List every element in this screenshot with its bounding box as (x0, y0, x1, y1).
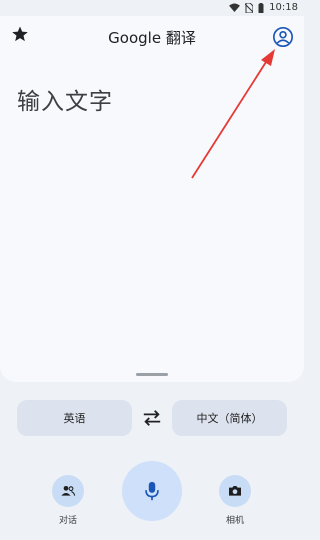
camera-icon (229, 486, 241, 496)
conversation-action[interactable]: 对话 (52, 475, 84, 526)
input-card[interactable] (0, 16, 304, 382)
microphone-icon (145, 481, 159, 501)
text-input-placeholder[interactable]: 输入文字 (17, 82, 113, 116)
swap-languages-icon[interactable] (141, 408, 163, 428)
camera-action[interactable]: 相机 (219, 475, 251, 526)
target-language-label: 中文（简体） (196, 412, 263, 425)
camera-button[interactable] (219, 475, 251, 507)
app-bar: Google 翻译 (0, 16, 304, 58)
source-language-label: 英语 (63, 412, 86, 425)
status-time: 10:18 (269, 2, 298, 13)
people-icon (61, 486, 76, 496)
wifi-icon (229, 3, 241, 12)
account-icon[interactable] (272, 26, 294, 48)
drag-handle[interactable] (136, 373, 168, 376)
app-title: Google 翻译 (108, 29, 196, 47)
microphone-button[interactable] (122, 461, 182, 521)
no-sim-icon (245, 2, 254, 13)
status-bar: 10:18 (0, 0, 304, 16)
conversation-button[interactable] (52, 475, 84, 507)
conversation-label: 对话 (58, 516, 77, 526)
source-language-button[interactable]: 英语 (17, 400, 132, 436)
battery-icon (258, 2, 264, 13)
target-language-button[interactable]: 中文（简体） (172, 400, 287, 436)
camera-label: 相机 (225, 516, 244, 526)
